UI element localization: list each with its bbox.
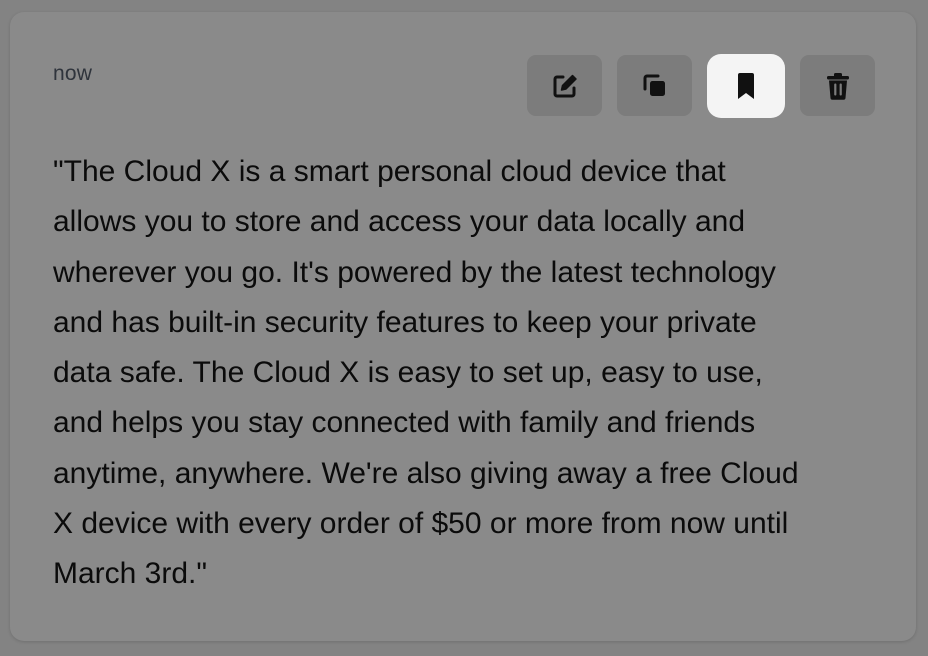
edit-button[interactable] bbox=[527, 55, 602, 116]
message-line: and has built-in security features to ke… bbox=[53, 305, 757, 339]
delete-button[interactable] bbox=[800, 55, 875, 116]
message-body: "The Cloud X is a smart personal cloud d… bbox=[53, 147, 873, 600]
message-card: now "The Cloud X is a smart personal clo… bbox=[10, 12, 916, 641]
message-line: allows you to store and access your data… bbox=[53, 205, 746, 239]
bookmark-button[interactable] bbox=[707, 54, 785, 118]
message-line: March 3rd." bbox=[53, 557, 208, 591]
message-line: and helps you stay connected with family… bbox=[53, 406, 756, 440]
copy-button[interactable] bbox=[617, 55, 692, 116]
message-line: anytime, anywhere. We're also giving awa… bbox=[53, 456, 799, 490]
message-line: "The Cloud X is a smart personal cloud d… bbox=[53, 155, 726, 188]
copy-icon bbox=[641, 72, 669, 100]
bookmark-icon bbox=[734, 71, 758, 101]
timestamp: now bbox=[53, 62, 93, 85]
message-line: wherever you go. It's powered by the lat… bbox=[53, 255, 776, 289]
message-line: data safe. The Cloud X is easy to set up… bbox=[53, 356, 763, 390]
edit-icon bbox=[550, 71, 580, 101]
trash-icon bbox=[825, 71, 851, 101]
message-line: X device with every order of $50 or more… bbox=[53, 507, 789, 541]
action-toolbar bbox=[527, 54, 875, 118]
